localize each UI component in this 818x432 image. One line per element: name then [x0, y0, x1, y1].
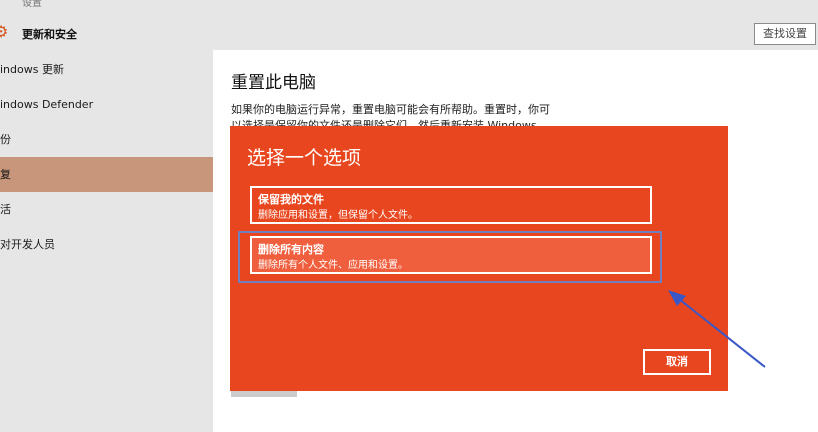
search-input[interactable]: 查找设置 — [754, 23, 816, 45]
annotation-arrow-icon — [668, 290, 766, 368]
page-description: 如果你的电脑运行异常，重置电脑可能会有所帮助。重置时，你可 以选择是保留你的文件… — [231, 103, 550, 128]
keep-my-files-option[interactable]: 保留我的文件 删除应用和设置，但保留个人文件。 — [250, 186, 652, 224]
option-description: 删除应用和设置，但保留个人文件。 — [258, 210, 418, 221]
sidebar-item-backup[interactable]: 份 — [0, 122, 213, 157]
breadcrumb: 设置 — [22, 0, 42, 9]
top-bar: 查找设置 — [213, 0, 818, 50]
choose-option-dialog: 选择一个选项 保留我的文件 删除应用和设置，但保留个人文件。 删除所有内容 删除… — [230, 126, 728, 391]
section-title: 更新和安全 — [22, 28, 77, 41]
section-header: ⚙ 更新和安全 — [0, 16, 213, 50]
gear-icon: ⚙ — [0, 22, 9, 41]
sidebar-item-for-developers[interactable]: 对开发人员 — [0, 227, 213, 262]
sidebar-item-recovery[interactable]: 复 — [0, 157, 213, 192]
option-description: 删除所有个人文件、应用和设置。 — [258, 260, 408, 271]
sidebar-nav: indows 更新 indows Defender 份 复 活 对开发人员 — [0, 52, 213, 262]
dialog-title: 选择一个选项 — [247, 147, 362, 169]
sidebar: 设置 ⚙ 更新和安全 indows 更新 indows Defender 份 复… — [0, 0, 213, 432]
sidebar-item-activation[interactable]: 活 — [0, 192, 213, 227]
sidebar-item-windows-defender[interactable]: indows Defender — [0, 87, 213, 122]
sidebar-item-windows-update[interactable]: indows 更新 — [0, 52, 213, 87]
page-title: 重置此电脑 — [231, 73, 316, 93]
remove-everything-option[interactable]: 删除所有内容 删除所有个人文件、应用和设置。 — [250, 236, 652, 274]
option-label: 保留我的文件 — [258, 193, 324, 206]
option-label: 删除所有内容 — [258, 243, 324, 256]
